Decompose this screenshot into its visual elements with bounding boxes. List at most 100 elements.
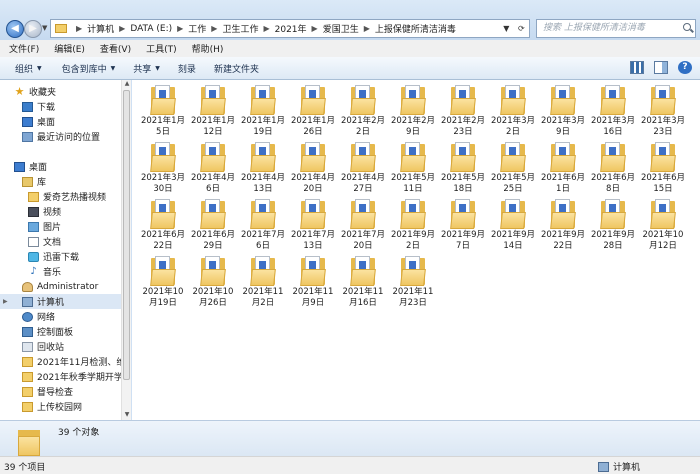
burn-button[interactable]: 刻录 (178, 62, 196, 75)
menu-edit[interactable]: 编辑(E) (45, 42, 91, 55)
folder-item[interactable]: 2021年9月 2日 (389, 197, 437, 255)
folder-item[interactable]: 2021年11 月2日 (239, 254, 287, 312)
help-icon[interactable]: ? (678, 61, 692, 74)
folder-item[interactable]: 2021年3月 16日 (589, 83, 637, 141)
sidebar-item-administrator[interactable]: Administrator (22, 279, 98, 294)
folder-item[interactable]: 2021年5月 25日 (489, 140, 537, 198)
sidebar-item-control-panel[interactable]: 控制面板 (22, 324, 73, 339)
folder-item[interactable]: 2021年9月 14日 (489, 197, 537, 255)
back-button[interactable]: ◀ (6, 20, 24, 38)
sidebar-item-videos[interactable]: 视频 (28, 204, 61, 219)
folder-item[interactable]: 2021年7月 13日 (289, 197, 337, 255)
expand-arrow-icon[interactable]: ▶ (3, 298, 11, 305)
folder-item[interactable]: 2021年6月 15日 (639, 140, 687, 198)
sidebar-item-documents[interactable]: 文档 (28, 234, 61, 249)
menu-help[interactable]: 帮助(H) (183, 42, 230, 55)
breadcrumb-health[interactable]: 卫生工作 (222, 22, 258, 35)
folder-item[interactable]: 2021年5月 11日 (389, 140, 437, 198)
folder-item[interactable]: 2021年3月 9日 (539, 83, 587, 141)
sidebar-item-folder[interactable]: 2021年11月检测、维修 (22, 354, 121, 369)
sidebar-item-recycle-bin[interactable]: 回收站 (22, 339, 64, 354)
sidebar-item-folder[interactable]: 上传校园网 (22, 399, 82, 414)
folder-item[interactable]: 2021年1月 26日 (289, 83, 337, 141)
sidebar-item-desktop[interactable]: 桌面 (14, 159, 47, 174)
sidebar-item-music[interactable]: ♪ 音乐 (28, 264, 61, 279)
sidebar-item-downloads[interactable]: 下载 (22, 99, 55, 114)
navigation-scrollbar[interactable]: ▲ ▼ (121, 80, 131, 420)
folder-item[interactable]: 2021年2月 9日 (389, 83, 437, 141)
folder-item[interactable]: 2021年10 月19日 (139, 254, 187, 312)
folder-item[interactable]: 2021年7月 20日 (339, 197, 387, 255)
folder-item[interactable]: 2021年5月 18日 (439, 140, 487, 198)
preview-pane-icon[interactable] (654, 61, 668, 74)
folder-item[interactable]: 2021年10 月26日 (189, 254, 237, 312)
folder-item[interactable]: 2021年4月 6日 (189, 140, 237, 198)
folder-item[interactable]: 2021年1月 5日 (139, 83, 187, 141)
breadcrumb-current[interactable]: 上报保健所清洁消毒 (375, 22, 456, 35)
folder-item[interactable]: 2021年3月 2日 (489, 83, 537, 141)
folder-item[interactable]: 2021年10 月12日 (639, 197, 687, 255)
folder-item[interactable]: 2021年6月 29日 (189, 197, 237, 255)
sidebar-item-pictures[interactable]: 图片 (28, 219, 61, 234)
scroll-down-icon[interactable]: ▼ (123, 411, 131, 420)
folder-item[interactable]: 2021年1月 12日 (189, 83, 237, 141)
sidebar-item-folder[interactable]: 2021年秋季学期开学前后 (22, 369, 121, 384)
folder-item[interactable]: 2021年3月 23日 (639, 83, 687, 141)
sidebar-item-folder[interactable]: 督导检查 (22, 384, 73, 399)
breadcrumb-separator[interactable]: ▶ (263, 24, 269, 33)
folder-item[interactable]: 2021年9月 22日 (539, 197, 587, 255)
sidebar-item-network[interactable]: 网络 (22, 309, 55, 324)
folder-item[interactable]: 2021年9月 28日 (589, 197, 637, 255)
search-icon[interactable] (683, 23, 691, 31)
sidebar-item-desktop-favorite[interactable]: 桌面 (22, 114, 55, 129)
folder-item[interactable]: 2021年11 月9日 (289, 254, 337, 312)
breadcrumb-year[interactable]: 2021年 (275, 22, 307, 35)
folder-item[interactable]: 2021年3月 30日 (139, 140, 187, 198)
address-bar[interactable]: ▶ 计算机 ▶ DATA (E:) ▶ 工作 ▶ 卫生工作 ▶ 2021年 ▶ … (50, 19, 530, 38)
folder-item[interactable]: 2021年4月 13日 (239, 140, 287, 198)
breadcrumb-patriotic[interactable]: 爱国卫生 (323, 22, 359, 35)
new-folder-button[interactable]: 新建文件夹 (214, 62, 259, 75)
folder-item[interactable]: 2021年4月 20日 (289, 140, 337, 198)
organize-button[interactable]: 组织 ▼ (15, 62, 42, 75)
breadcrumb-separator[interactable]: ▶ (211, 24, 217, 33)
refresh-icon[interactable]: ⟳ (518, 24, 525, 33)
breadcrumb-separator[interactable]: ▶ (364, 24, 370, 33)
scrollbar-thumb[interactable] (123, 90, 130, 380)
breadcrumb-separator[interactable]: ▶ (312, 24, 318, 33)
address-dropdown-icon[interactable]: ▼ (503, 24, 509, 33)
sidebar-item-computer[interactable]: ▶ 计算机 (0, 294, 121, 309)
menu-file[interactable]: 文件(F) (0, 42, 45, 55)
breadcrumb-drive[interactable]: DATA (E:) (130, 24, 172, 34)
folder-item[interactable]: 2021年6月 8日 (589, 140, 637, 198)
breadcrumb-separator[interactable]: ▶ (76, 24, 82, 33)
folder-item[interactable]: 2021年7月 6日 (239, 197, 287, 255)
breadcrumb-computer[interactable]: 计算机 (87, 22, 114, 35)
change-view-icon[interactable] (630, 61, 644, 74)
breadcrumb-work[interactable]: 工作 (188, 22, 206, 35)
folder-item[interactable]: 2021年4月 27日 (339, 140, 387, 198)
folder-item[interactable]: 2021年11 月23日 (389, 254, 437, 312)
folder-item[interactable]: 2021年9月 7日 (439, 197, 487, 255)
sidebar-item-iqiyi[interactable]: 爱奇艺热播视频 (28, 189, 106, 204)
folder-item[interactable]: 2021年1月 19日 (239, 83, 287, 141)
forward-button[interactable]: ▶ (24, 20, 42, 38)
folder-item[interactable]: 2021年6月 22日 (139, 197, 187, 255)
folder-item[interactable]: 2021年2月 23日 (439, 83, 487, 141)
share-button[interactable]: 共享 ▼ (133, 62, 160, 75)
search-input[interactable]: 搜索 上报保健所清洁消毒 (536, 19, 696, 38)
sidebar-item-recent[interactable]: 最近访问的位置 (22, 129, 100, 144)
folder-item[interactable]: 2021年11 月16日 (339, 254, 387, 312)
sidebar-item-libraries[interactable]: 库 (22, 174, 46, 189)
menu-view[interactable]: 查看(V) (91, 42, 137, 55)
folder-item[interactable]: 2021年2月 2日 (339, 83, 387, 141)
menu-tools[interactable]: 工具(T) (137, 42, 183, 55)
sidebar-item-xunlei[interactable]: 迅雷下载 (28, 249, 79, 264)
sidebar-item-favorites[interactable]: ★ 收藏夹 (14, 84, 56, 99)
breadcrumb-separator[interactable]: ▶ (177, 24, 183, 33)
folder-item[interactable]: 2021年6月 1日 (539, 140, 587, 198)
include-library-button[interactable]: 包含到库中 ▼ (62, 62, 116, 75)
scroll-up-icon[interactable]: ▲ (123, 80, 131, 89)
breadcrumb-separator[interactable]: ▶ (119, 24, 125, 33)
history-dropdown-icon[interactable]: ▼ (42, 24, 47, 32)
